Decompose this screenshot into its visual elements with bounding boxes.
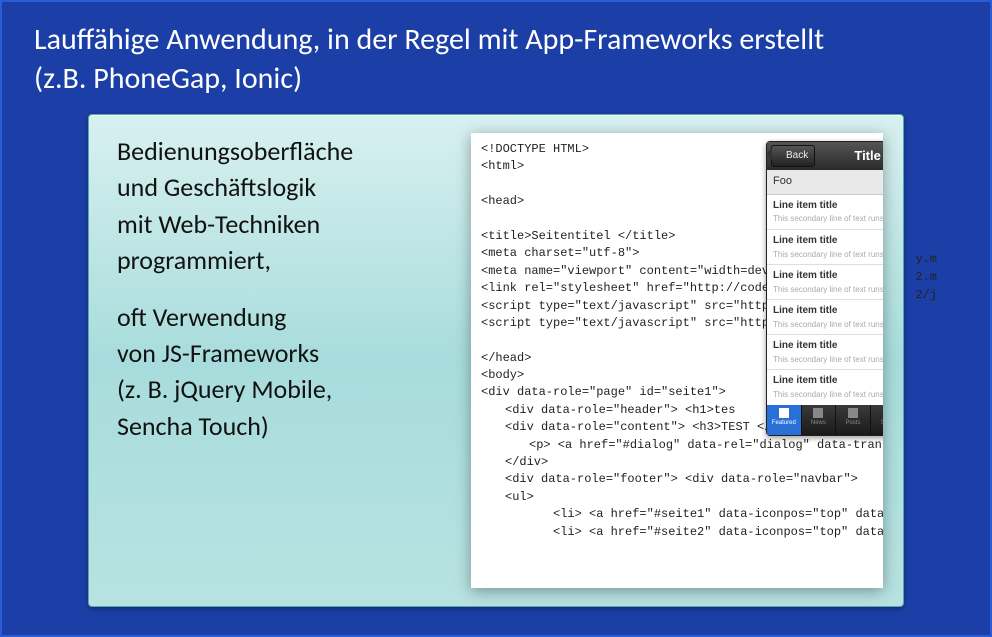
stray-text: 2.m [915, 269, 937, 286]
phone-tabbar: Featured News Posts Shop More [767, 405, 883, 435]
phone-sub-label: Foo [773, 174, 792, 190]
item-title: Line item title [773, 374, 837, 389]
code-snippet: <!DOCTYPE HTML> <html> <head> <title>Sei… [471, 133, 883, 588]
tab-featured[interactable]: Featured [767, 405, 802, 435]
item-title: Line item title [773, 304, 837, 319]
code-line: <li> <a href="#seite1" data-iconpos="top… [481, 506, 877, 523]
phone-header: Back Title [767, 142, 883, 170]
phone-subheader: Foo [767, 170, 883, 195]
para-2: oft Verwendung von JS-Frameworks (z. B. … [117, 299, 457, 445]
title-line-1: Lauffähige Anwendung, in der Regel mit A… [34, 21, 824, 58]
stray-text: 2/j [915, 287, 937, 304]
code-line: <p> <a href="#dialog" data-rel="dialog" … [481, 437, 877, 454]
tab-label: News [811, 420, 826, 426]
item-sub: This secondary line of text runs full [773, 319, 883, 331]
item-title: Line item title [773, 199, 837, 214]
tab-label: Shop [881, 420, 883, 426]
phone-mock: Back Title Foo Line item title6:24 PMThi… [766, 141, 883, 436]
item-title: Line item title [773, 269, 837, 284]
code-line: <li> <a href="#seite2" data-iconpos="top… [481, 524, 877, 541]
tab-news[interactable]: News [802, 405, 837, 435]
item-title: Line item title [773, 234, 837, 249]
list-item[interactable]: Line item title6:24 PMThis secondary lin… [767, 230, 883, 265]
phone-title: Title [819, 147, 883, 166]
item-sub: This secondary line of text runs full [773, 354, 883, 366]
posts-icon [848, 408, 858, 418]
item-sub: This secondary line of text runs full [773, 213, 883, 225]
tab-label: Posts [845, 420, 860, 426]
p1-l3: mit Web-Techniken [117, 208, 320, 240]
code-line: <div data-role="footer"> <div data-role=… [481, 471, 877, 488]
p1-l2: und Geschäftslogik [117, 171, 316, 203]
p2-l4: Sencha Touch) [117, 410, 269, 442]
item-sub: This secondary line of text runs full [773, 389, 883, 401]
p1-l1: Bedienungsoberfläche [117, 135, 353, 167]
tab-shop[interactable]: Shop [871, 405, 883, 435]
stray-text: y.m [915, 251, 937, 268]
news-icon [813, 408, 823, 418]
tab-posts[interactable]: Posts [836, 405, 871, 435]
list-item[interactable]: Line item title6:24 PMThis secondary lin… [767, 335, 883, 370]
p2-l3: (z. B. jQuery Mobile, [117, 373, 332, 405]
title-line-2: (z.B. PhoneGap, Ionic) [34, 60, 302, 97]
code-line: </div> [481, 454, 877, 471]
phone-list: Line item title6:24 PMThis secondary lin… [767, 195, 883, 405]
slide-outer: Lauffähige Anwendung, in der Regel mit A… [0, 0, 992, 637]
content-panel: Bedienungsoberfläche und Geschäftslogik … [88, 114, 904, 607]
list-item[interactable]: Line item title6:24 PMThis secondary lin… [767, 195, 883, 230]
item-sub: This secondary line of text runs full [773, 284, 883, 296]
code-line: <ul> [481, 489, 877, 506]
list-item[interactable]: Line item title6:24 PMThis secondary lin… [767, 265, 883, 300]
star-icon [779, 408, 789, 418]
tab-label: Featured [772, 420, 796, 426]
list-item[interactable]: Line item title6:24 PMThis secondary lin… [767, 370, 883, 404]
p2-l1: oft Verwendung [117, 301, 286, 333]
p2-l2: von JS-Frameworks [117, 337, 319, 369]
para-1: Bedienungsoberfläche und Geschäftslogik … [117, 133, 457, 279]
slide-title: Lauffähige Anwendung, in der Regel mit A… [34, 20, 958, 98]
item-title: Line item title [773, 339, 837, 354]
left-text: Bedienungsoberfläche und Geschäftslogik … [117, 133, 457, 588]
list-item[interactable]: Line item title6:24 PMThis secondary lin… [767, 300, 883, 335]
back-button[interactable]: Back [771, 145, 815, 168]
item-sub: This secondary line of text runs full [773, 249, 883, 261]
p1-l4: programmiert, [117, 244, 271, 276]
